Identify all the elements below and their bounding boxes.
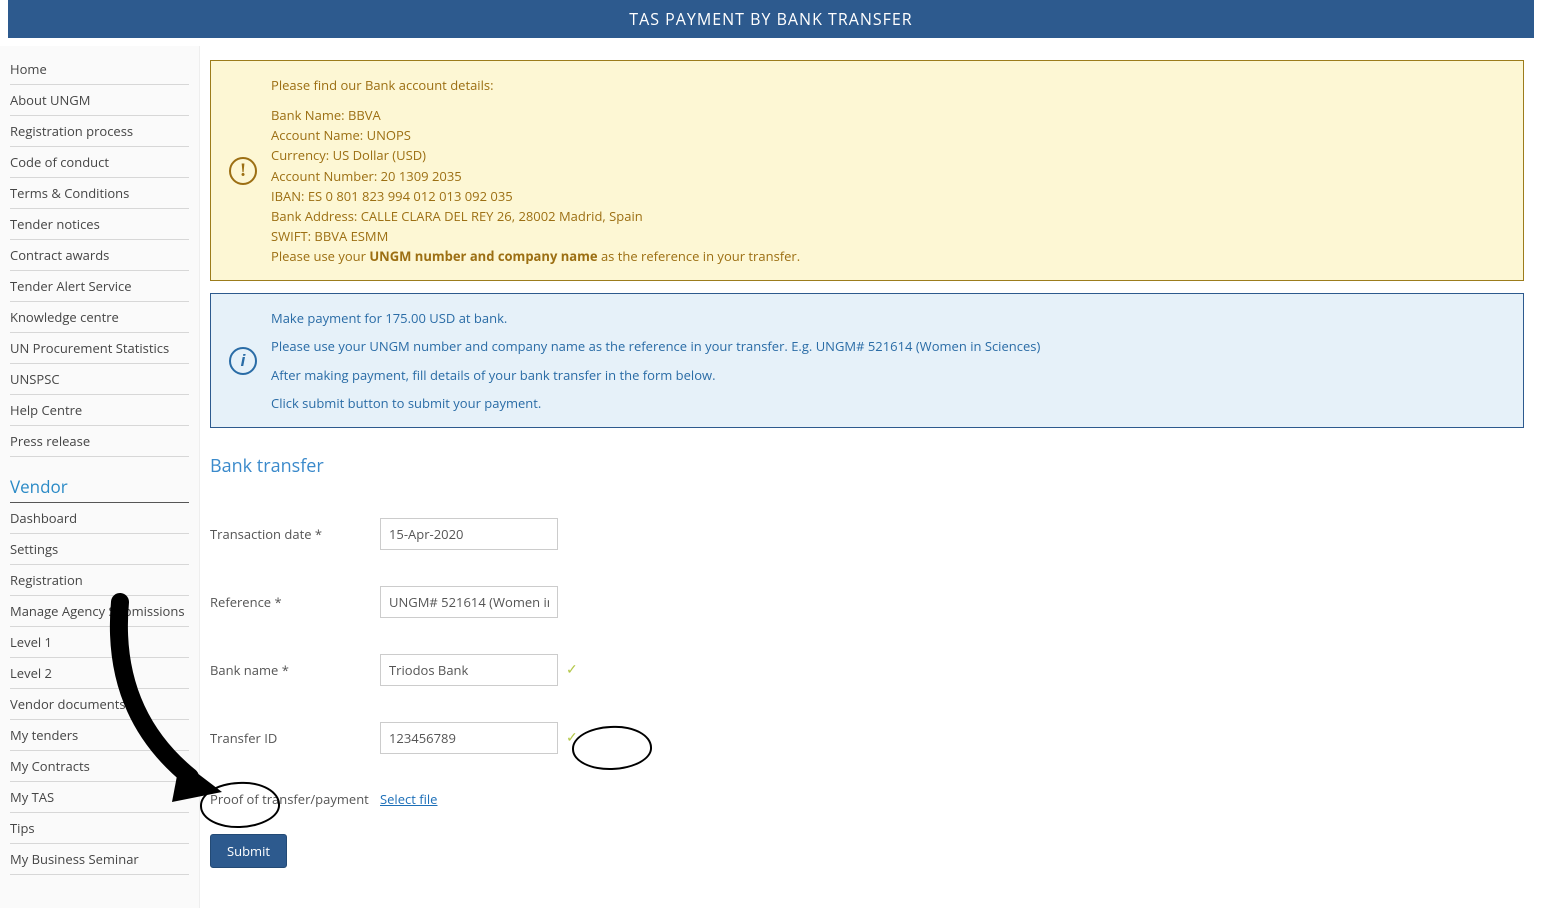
sidebar-main-list: HomeAbout UNGMRegistration processCode o…: [10, 54, 189, 457]
sidebar-item[interactable]: Manage Agency Submissions: [10, 596, 189, 627]
label-transfer-id: Transfer ID: [210, 729, 380, 747]
sidebar-vendor-items: DashboardSettingsRegistrationManage Agen…: [10, 503, 189, 875]
bank-transfer-form: Bank transfer Transaction date * Referen…: [210, 440, 1524, 868]
sidebar-item[interactable]: Settings: [10, 534, 189, 565]
check-icon: ✓: [566, 728, 578, 747]
sidebar-item[interactable]: My tenders: [10, 720, 189, 751]
check-icon: ✓: [566, 660, 578, 679]
label-bank-name: Bank name *: [210, 661, 380, 679]
sidebar-vendor-list: Vendor: [10, 457, 189, 503]
sidebar-item[interactable]: Press release: [10, 426, 189, 457]
page-title: TAS PAYMENT BY BANK TRANSFER: [629, 8, 912, 30]
sidebar-item[interactable]: Level 1: [10, 627, 189, 658]
sidebar-item[interactable]: Knowledge centre: [10, 302, 189, 333]
page-header: TAS PAYMENT BY BANK TRANSFER: [8, 0, 1534, 38]
instructions-text: Make payment for 175.00 USD at bank. Ple…: [271, 308, 1040, 413]
reference-input[interactable]: [380, 586, 558, 618]
sidebar-item[interactable]: Tender Alert Service: [10, 271, 189, 302]
sidebar-item[interactable]: My TAS: [10, 782, 189, 813]
sidebar-item[interactable]: Registration: [10, 565, 189, 596]
sidebar-item[interactable]: Code of conduct: [10, 147, 189, 178]
form-title: Bank transfer: [210, 454, 1524, 478]
sidebar-item[interactable]: My Business Seminar: [10, 844, 189, 875]
sidebar: HomeAbout UNGMRegistration processCode o…: [0, 46, 200, 908]
transfer-id-input[interactable]: [380, 722, 558, 754]
sidebar-item[interactable]: Home: [10, 54, 189, 85]
label-reference: Reference *: [210, 593, 380, 611]
sidebar-item[interactable]: Tips: [10, 813, 189, 844]
sidebar-item[interactable]: About UNGM: [10, 85, 189, 116]
sidebar-section-vendor: Vendor: [10, 457, 189, 503]
sidebar-item[interactable]: Terms & Conditions: [10, 178, 189, 209]
label-proof: Proof of transfer/payment: [210, 790, 380, 808]
main-content: ! Please find our Bank account details: …: [200, 46, 1542, 908]
sidebar-item[interactable]: Help Centre: [10, 395, 189, 426]
info-icon: i: [229, 347, 257, 375]
sidebar-item[interactable]: Level 2: [10, 658, 189, 689]
sidebar-item[interactable]: UNSPSC: [10, 364, 189, 395]
sidebar-item[interactable]: Contract awards: [10, 240, 189, 271]
bank-details-alert: ! Please find our Bank account details: …: [210, 60, 1524, 281]
transaction-date-input[interactable]: [380, 518, 558, 550]
select-file-link[interactable]: Select file: [380, 790, 437, 808]
bank-name-input[interactable]: [380, 654, 558, 686]
sidebar-item[interactable]: Tender notices: [10, 209, 189, 240]
warning-icon: !: [229, 157, 257, 185]
sidebar-item[interactable]: Registration process: [10, 116, 189, 147]
label-transaction-date: Transaction date *: [210, 525, 380, 543]
sidebar-item[interactable]: Vendor documents: [10, 689, 189, 720]
sidebar-item[interactable]: UN Procurement Statistics: [10, 333, 189, 364]
bank-details-text: Please find our Bank account details: Ba…: [271, 75, 800, 266]
sidebar-item[interactable]: Dashboard: [10, 503, 189, 534]
sidebar-item[interactable]: My Contracts: [10, 751, 189, 782]
instructions-alert: i Make payment for 175.00 USD at bank. P…: [210, 293, 1524, 428]
